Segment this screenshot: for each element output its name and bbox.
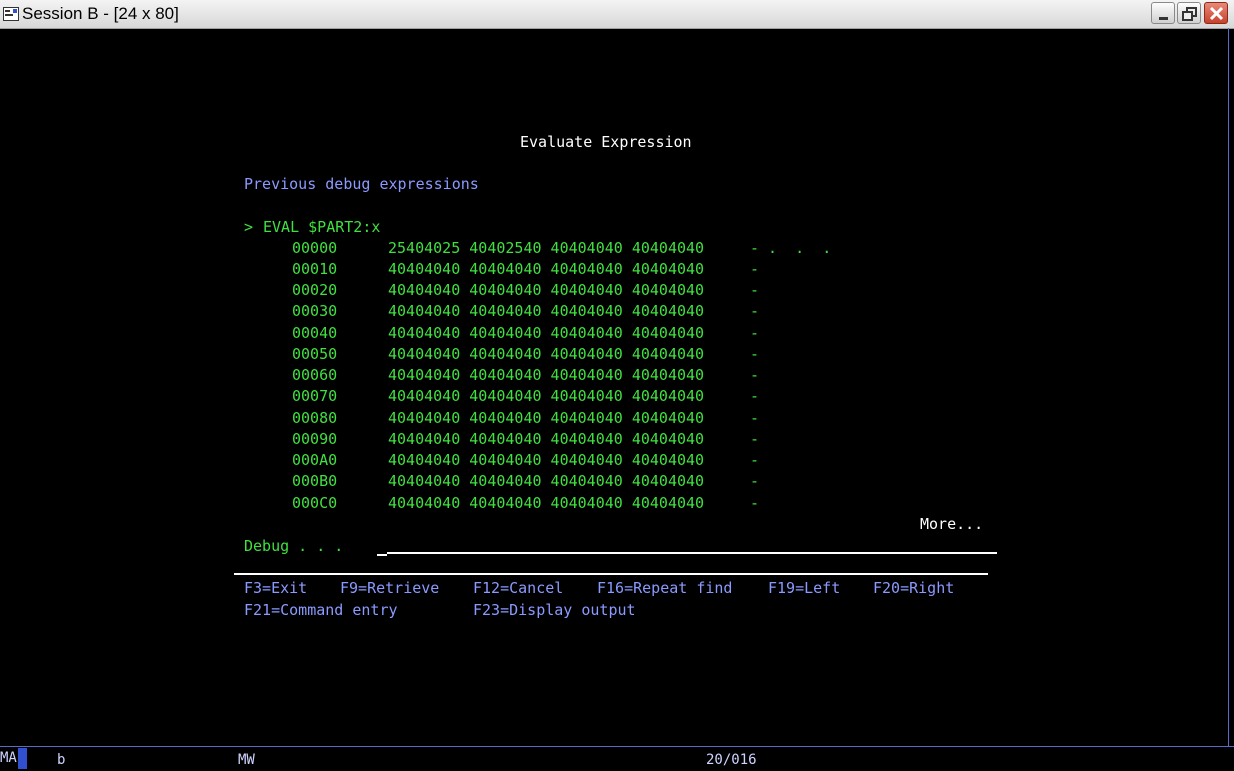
restore-icon — [1182, 7, 1197, 21]
debug-label: Debug . . . — [244, 537, 344, 555]
row-address: 00010 — [292, 260, 338, 278]
row-address: 00000 — [292, 239, 338, 257]
row-address: 00040 — [292, 324, 338, 342]
row-address: 000A0 — [292, 451, 338, 469]
fkey-f20-right[interactable]: F20=Right — [873, 578, 954, 599]
fkey-f9-retrieve[interactable]: F9=Retrieve — [340, 578, 439, 599]
status-cursor-position: 20/016 — [706, 752, 757, 768]
row-hex: 40404040 40404040 40404040 40404040 — [388, 345, 705, 363]
minimize-icon — [1159, 17, 1168, 20]
fkey-f21-command-entry[interactable]: F21=Command entry — [244, 600, 398, 621]
screen-title: Evaluate Expression — [520, 133, 692, 151]
fkey-f12-cancel[interactable]: F12=Cancel — [473, 578, 563, 599]
close-button[interactable] — [1204, 2, 1228, 24]
close-icon — [1209, 6, 1224, 21]
text-cursor — [377, 554, 387, 556]
row-address: 00050 — [292, 345, 338, 363]
eval-command: EVAL $PART2:x — [263, 218, 381, 236]
row-hex: 40404040 40404040 40404040 40404040 — [388, 324, 705, 342]
restore-button[interactable] — [1177, 2, 1201, 24]
row-chars: - — [750, 409, 760, 427]
row-address: 00020 — [292, 281, 338, 299]
section-label: Previous debug expressions — [244, 175, 479, 193]
fkey-f16-repeat-find[interactable]: F16=Repeat find — [597, 578, 732, 599]
row-chars: - — [750, 345, 760, 363]
row-address: 00060 — [292, 366, 338, 384]
row-hex: 40404040 40404040 40404040 40404040 — [388, 387, 705, 405]
row-chars: - — [750, 451, 760, 469]
row-address: 00090 — [292, 430, 338, 448]
fkey-f19-left[interactable]: F19=Left — [768, 578, 840, 599]
row-hex: 40404040 40404040 40404040 40404040 — [388, 281, 705, 299]
row-chars: - — [750, 302, 760, 320]
row-hex: 40404040 40404040 40404040 40404040 — [388, 366, 705, 384]
status-bar: MA b MW 20/016 — [0, 746, 1234, 771]
row-chars: - — [750, 366, 760, 384]
status-cursor-block — [18, 748, 27, 769]
terminal-app-icon — [3, 7, 19, 21]
more-indicator: More... — [920, 515, 984, 533]
fkey-f3-exit[interactable]: F3=Exit — [244, 578, 307, 599]
terminal-screen[interactable]: Evaluate Expression Previous debug expre… — [0, 28, 1228, 746]
row-hex: 40404040 40404040 40404040 40404040 — [388, 260, 705, 278]
row-address: 000B0 — [292, 472, 338, 490]
row-address: 00080 — [292, 409, 338, 427]
row-chars: - — [750, 494, 760, 512]
row-hex: 40404040 40404040 40404040 40404040 — [388, 494, 705, 512]
minimize-button[interactable] — [1151, 2, 1175, 24]
status-mode: MW — [238, 752, 255, 768]
title-bar: Session B - [24 x 80] — [0, 0, 1234, 29]
row-chars: - . . . — [750, 239, 832, 257]
row-chars: - — [750, 324, 760, 342]
window-title: Session B - [24 x 80] — [22, 4, 179, 23]
status-session: b — [57, 752, 66, 768]
row-hex: 40404040 40404040 40404040 40404040 — [388, 430, 705, 448]
debug-input-underline — [387, 552, 997, 554]
command-prompt: > — [244, 218, 254, 236]
row-address: 00070 — [292, 387, 338, 405]
row-address: 00030 — [292, 302, 338, 320]
row-chars: - — [750, 430, 760, 448]
row-hex: 40404040 40404040 40404040 40404040 — [388, 451, 705, 469]
fkey-f23-display-output[interactable]: F23=Display output — [473, 600, 636, 621]
window-border — [1228, 28, 1229, 746]
row-chars: - — [750, 281, 760, 299]
row-chars: - — [750, 472, 760, 490]
row-hex: 40404040 40404040 40404040 40404040 — [388, 472, 705, 490]
row-chars: - — [750, 260, 760, 278]
row-hex: 25404025 40402540 40404040 40404040 — [388, 239, 705, 257]
status-ma: MA — [0, 750, 17, 766]
separator-line — [234, 573, 988, 575]
row-hex: 40404040 40404040 40404040 40404040 — [388, 302, 705, 320]
row-address: 000C0 — [292, 494, 338, 512]
row-chars: - — [750, 387, 760, 405]
row-hex: 40404040 40404040 40404040 40404040 — [388, 409, 705, 427]
